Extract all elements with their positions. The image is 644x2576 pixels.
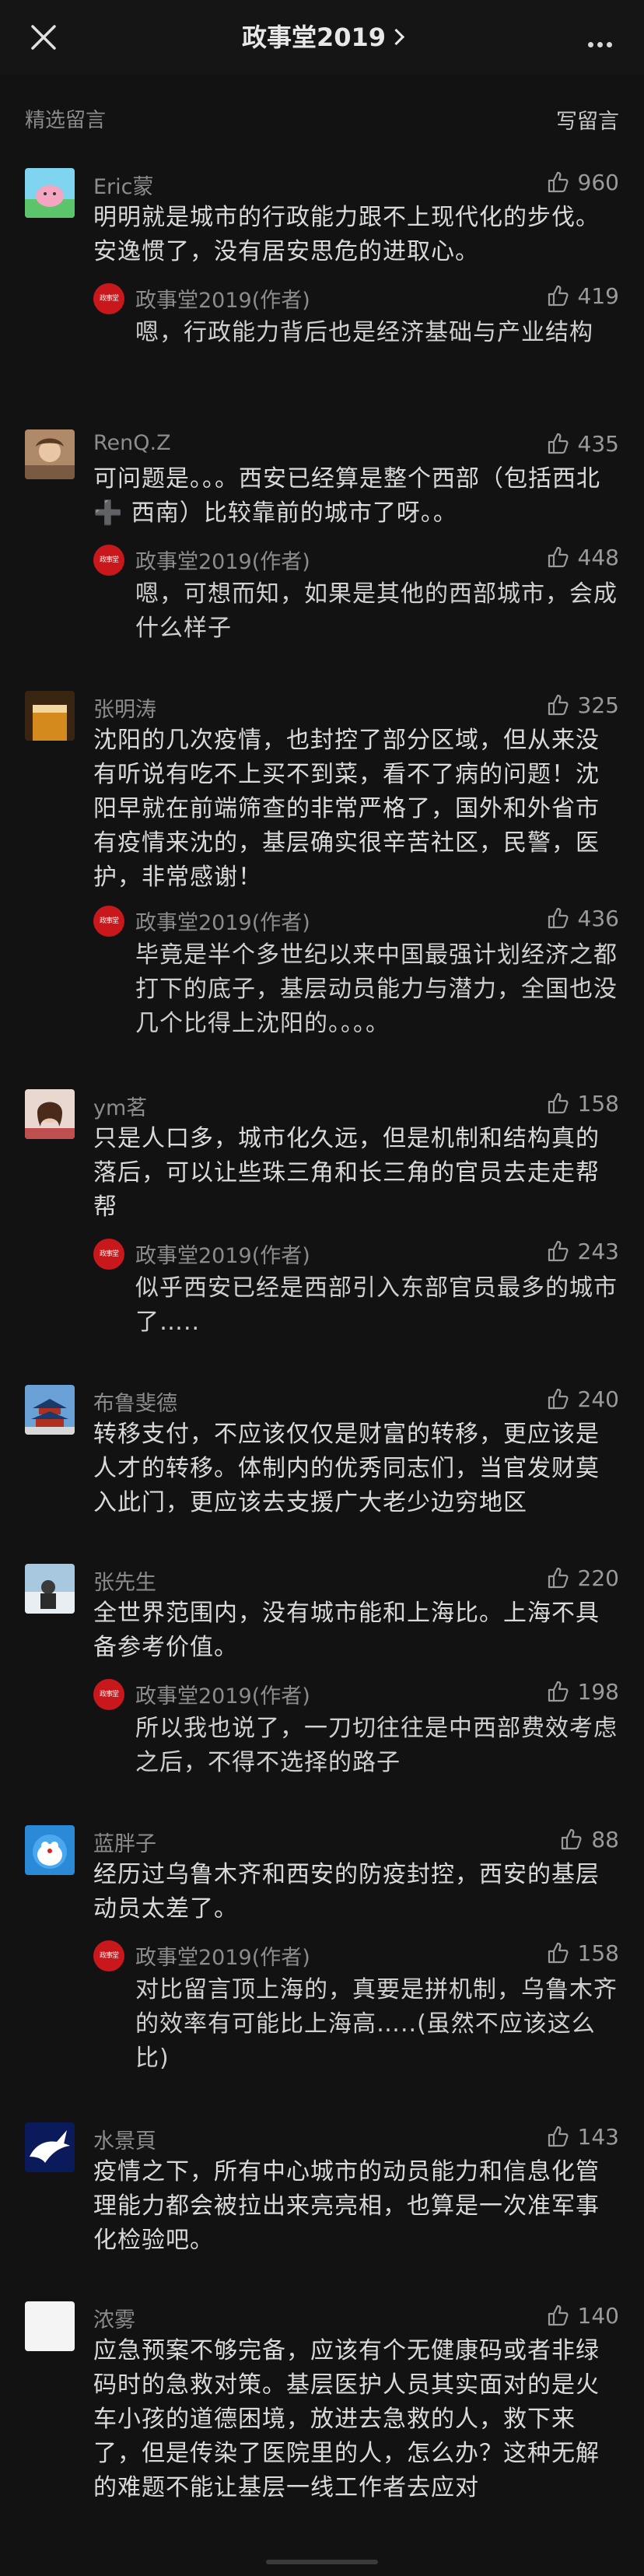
thumb-up-icon [548,1942,569,1964]
section-label: 精选留言 [25,109,107,132]
thumb-up-icon [548,1567,569,1589]
thumb-up-icon [548,2304,569,2326]
like-button[interactable]: 140 [547,2301,619,2329]
comment-text: 明明就是城市的行政能力跟不上现代化的步伐。安逸惯了，没有居安思危的进取心。 [93,204,600,265]
write-comment-button[interactable]: 写留言 [556,104,619,135]
comment-author: 浓雾 [93,2308,135,2332]
author-avatar: 政事堂 [93,906,124,937]
comment-author: RenQ.Z [93,431,171,455]
comment-author: 张明涛 [93,698,156,722]
reply-text: 嗯，可想而知，如果是其他的西部城市，会成什么样子 [135,580,618,642]
like-count: 448 [577,544,619,570]
reply-like-button[interactable]: 436 [547,904,619,932]
top-bar: 政事堂2019 [0,0,644,75]
thumb-up-icon [548,1681,569,1702]
comment-text: 沈阳的几次疫情，也封控了部分区域，但从来没有听说有吃不上买不到菜，看不了病的问题… [93,727,600,891]
reply-author: 政事堂2019(作者) [135,1946,310,1970]
reply-like-button[interactable]: 448 [547,543,619,571]
reply-author: 政事堂2019(作者) [135,1684,310,1709]
like-count: 158 [577,1090,619,1116]
like-count: 435 [577,430,619,457]
reply-text: 嗯，行政能力背后也是经济基础与产业结构 [135,319,593,346]
thumb-up-icon [548,1092,569,1114]
thumb-up-icon [548,171,569,193]
page-title: 政事堂2019 [241,23,387,52]
reply-like-button[interactable]: 158 [547,1939,619,1967]
like-count: 88 [591,1826,619,1852]
account-title-link[interactable]: 政事堂2019 [0,20,644,54]
thumb-up-icon [548,2126,569,2147]
like-button[interactable]: 88 [560,1825,619,1853]
comment-text: 疫情之下，所有中心城市的动员能力和信息化管理能力都会被拉出来亮亮相，也算是一次准… [93,2158,600,2254]
more-icon[interactable] [588,36,616,47]
comment-text: 只是人口多，城市化久远，但是机制和结构真的落后，可以让些珠三角和长三角的官员去走… [93,1125,600,1221]
like-button[interactable]: 960 [547,168,619,196]
author-avatar: 政事堂 [93,1679,124,1710]
like-count: 960 [577,169,619,195]
comment-author: Eric蒙 [93,175,154,199]
author-avatar: 政事堂 [93,283,124,314]
reply-author: 政事堂2019(作者) [135,289,310,313]
thumb-up-icon [548,1240,569,1262]
reply-text: 所以我也说了，一刀切往往是中西部费效考虑之后，不得不选择的路子 [135,1715,618,1776]
reply-author: 政事堂2019(作者) [135,911,310,935]
reply-text: 毕竟是半个多世纪以来中国最强计划经济之都打下的底子，基层动员能力与潜力，全国也没… [135,941,618,1037]
comment-text: 经历过乌鲁木齐和西安的防疫封控，西安的基层动员太差了。 [93,1861,600,1922]
like-count: 140 [577,2302,619,2329]
reply-like-button[interactable]: 243 [547,1237,619,1265]
thumb-up-icon [548,546,569,568]
author-avatar: 政事堂 [93,1239,124,1270]
chevron-right-icon [387,28,405,46]
avatar[interactable] [25,1089,75,1139]
avatar[interactable] [25,168,75,218]
avatar[interactable] [25,691,75,741]
comment-author: 张先生 [93,1571,156,1595]
like-count: 220 [577,1565,619,1591]
like-count: 240 [577,1386,619,1412]
like-count: 419 [577,282,619,309]
author-avatar: 政事堂 [93,1940,124,1971]
home-indicator [266,2560,378,2564]
author-avatar: 政事堂 [93,545,124,576]
like-count: 198 [577,1678,619,1705]
reply-author: 政事堂2019(作者) [135,1244,310,1268]
comment-author: 布鲁斐德 [93,1392,177,1416]
comment-text: 全世界范围内，没有城市能和上海比。上海不具备参考价值。 [93,1600,600,1661]
reply-text: 对比留言顶上海的，真要是拼机制，乌鲁木齐的效率有可能比上海高…..(虽然不应该这… [135,1976,618,2072]
like-button[interactable]: 158 [547,1089,619,1117]
comment-author: 水景頁 [93,2129,156,2154]
avatar[interactable] [25,1825,75,1875]
thumb-up-icon [562,1828,582,1850]
like-button[interactable]: 220 [547,1564,619,1592]
comment-text: 应急预案不够完备，应该有个无健康码或者非绿码时的急救对策。基层医护人员其实面对的… [93,2337,600,2501]
comment-author: 蓝胖子 [93,1832,156,1856]
comment-text: 可问题是。。。西安已经算是整个西部（包括西北 ➕ 西南）比较靠前的城市了呀。。 [93,465,600,527]
like-button[interactable]: 435 [547,429,619,457]
avatar[interactable] [25,2122,75,2172]
comment-author: ym茗 [93,1096,148,1120]
like-count: 436 [577,905,619,931]
comment-text: 转移支付，不应该仅仅是财富的转移，更应该是人才的转移。体制内的优秀同志们，当官发… [93,1421,600,1516]
like-count: 325 [577,692,619,718]
thumb-up-icon [548,1388,569,1410]
like-count: 158 [577,1940,619,1966]
like-count: 143 [577,2123,619,2150]
thumb-up-icon [548,907,569,929]
avatar[interactable] [25,1385,75,1435]
avatar[interactable] [25,429,75,479]
like-button[interactable]: 325 [547,691,619,719]
like-button[interactable]: 143 [547,2122,619,2150]
reply-like-button[interactable]: 198 [547,1677,619,1705]
like-button[interactable]: 240 [547,1385,619,1413]
section-header: 精选留言 写留言 [0,101,644,135]
thumb-up-icon [548,433,569,454]
avatar[interactable] [25,2301,75,2351]
thumb-up-icon [548,285,569,307]
reply-text: 似乎西安已经是西部引入东部官员最多的城市了….. [135,1274,618,1336]
like-count: 243 [577,1238,619,1264]
reply-author: 政事堂2019(作者) [135,550,310,574]
avatar[interactable] [25,1564,75,1614]
thumb-up-icon [548,694,569,716]
reply-like-button[interactable]: 419 [547,282,619,310]
